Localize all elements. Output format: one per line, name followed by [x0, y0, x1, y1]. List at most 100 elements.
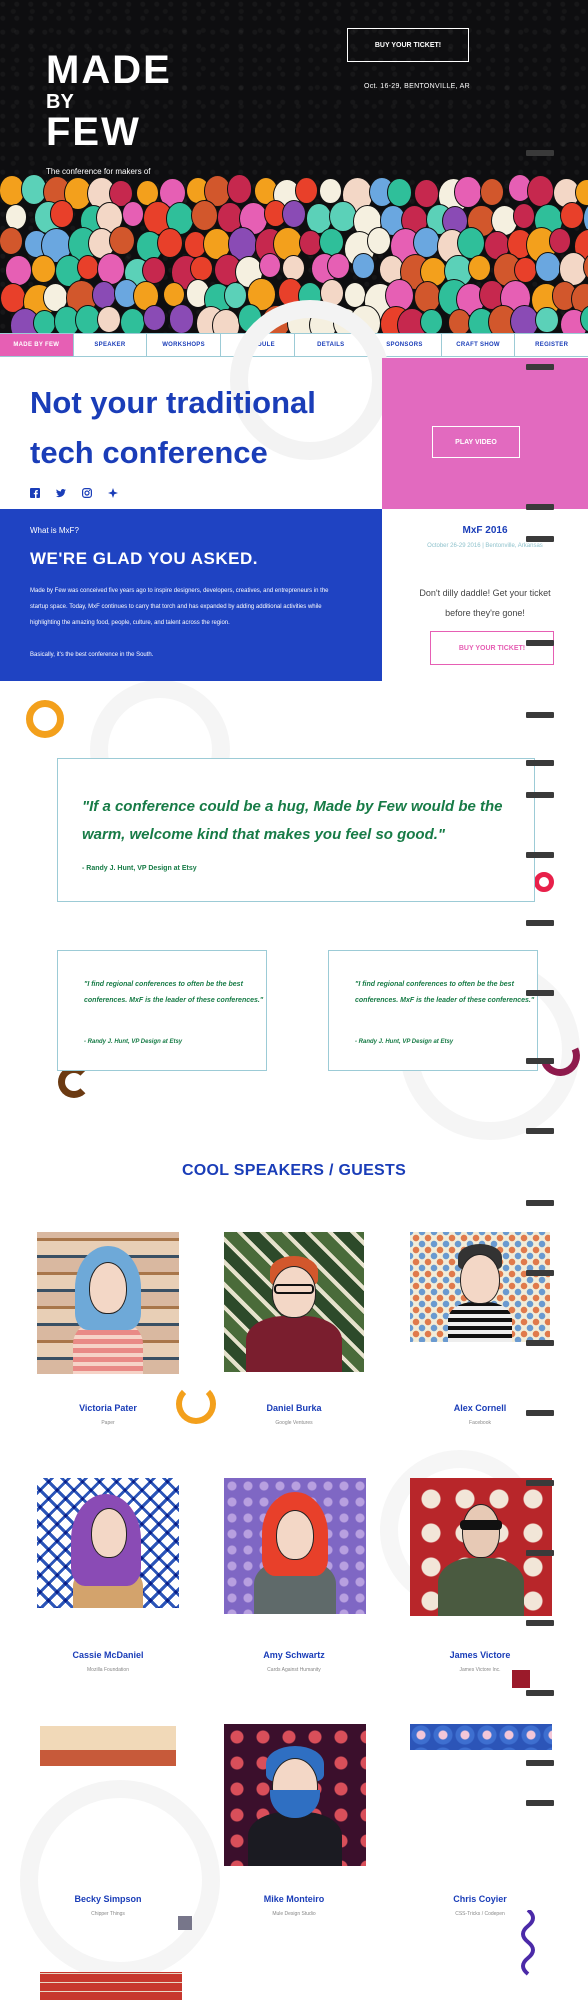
speaker-portrait-victoria-pater[interactable] — [37, 1232, 179, 1374]
side-scroll-tab — [526, 1200, 554, 1206]
speaker-portrait-amy-schwartz[interactable] — [224, 1478, 366, 1614]
side-scroll-tab — [526, 1550, 554, 1556]
about-panel: What is MxF? WE'RE GLAD YOU ASKED. Made … — [0, 509, 382, 681]
speaker-name[interactable]: Chris Coyier — [405, 1894, 555, 1904]
speaker-name[interactable]: Amy Schwartz — [219, 1650, 369, 1660]
crowd-figure — [169, 304, 195, 333]
crowd-figure — [510, 305, 539, 333]
speaker-org: Chipper Things — [91, 1911, 125, 1917]
event-date-location: Oct. 16-29, BENTONVILLE, AR — [364, 83, 471, 90]
speaker-portrait-partial[interactable] — [40, 1972, 182, 2000]
crowd-figure — [143, 304, 166, 331]
crowd-figure — [457, 226, 486, 259]
side-scroll-tab — [526, 792, 554, 798]
made-by-few-logo[interactable]: MADE BYFEW — [46, 48, 172, 152]
speaker-org: James Victore Inc. — [459, 1667, 501, 1673]
side-scroll-tab — [526, 760, 554, 766]
side-scroll-tab — [526, 1128, 554, 1134]
quote-card-text: "I find regional conferences to often be… — [84, 981, 264, 1004]
speaker-portrait-daniel-burka[interactable] — [224, 1232, 364, 1372]
crowd-figure — [226, 174, 253, 204]
speaker-portrait-becky-simpson[interactable] — [40, 1726, 176, 1766]
crowd-figure — [535, 252, 562, 282]
crowd-figure — [0, 227, 24, 255]
crowd-figure — [366, 226, 392, 256]
event-card: MxF 2016 October 26-29 2016 | Bentonvill… — [382, 509, 588, 681]
speaker-org: Mule Design Studio — [272, 1911, 316, 1917]
speaker-org: Google Ventures — [275, 1420, 313, 1426]
side-scroll-tab — [526, 1800, 554, 1806]
quote-card: "I find regional conferences to often be… — [57, 950, 267, 1071]
event-card-title: MxF 2016 — [462, 525, 508, 536]
crowd-figure — [294, 176, 319, 204]
buy-ticket-side-button[interactable]: BUY YOUR TICKET! — [430, 631, 554, 665]
pink-ring-decoration — [534, 872, 554, 892]
speaker-portrait-chris-coyier[interactable] — [410, 1724, 552, 1750]
crowd-figure — [97, 305, 121, 333]
side-scroll-tab — [526, 1340, 554, 1346]
purple-squiggle-decoration — [518, 1908, 538, 1980]
quote-card-text: "I find regional conferences to often be… — [355, 981, 535, 1004]
side-scroll-tab — [526, 1480, 554, 1486]
buy-ticket-button[interactable]: BUY YOUR TICKET! — [347, 28, 469, 62]
crowd-figure — [92, 281, 117, 309]
instagram-icon[interactable] — [82, 488, 93, 499]
speaker-name[interactable]: Cassie McDaniel — [33, 1650, 183, 1660]
side-scroll-tab — [526, 504, 554, 510]
speaker-name[interactable]: Mike Monteiro — [219, 1894, 369, 1904]
featured-quote-cite: - Randy J. Hunt, VP Design at Etsy — [82, 865, 197, 872]
crowd-figure — [513, 256, 537, 284]
nav-craft-show[interactable]: CRAFT SHOW — [442, 334, 516, 356]
twitter-icon[interactable] — [56, 488, 66, 498]
nav-made-by-few[interactable]: MADE BY FEW — [0, 334, 74, 356]
crowd-figure — [319, 178, 342, 204]
crowd-figure — [351, 252, 375, 280]
side-scroll-tab — [526, 640, 554, 646]
crowd-figure — [560, 201, 585, 230]
crowd-figure — [5, 254, 32, 286]
side-scroll-tab — [526, 1270, 554, 1276]
crowd-figure — [119, 308, 146, 333]
quote-card-cite: - Randy J. Hunt, VP Design at Etsy — [355, 1039, 454, 1045]
crowd-figure — [343, 282, 366, 308]
side-scroll-tab — [526, 852, 554, 858]
quote-card: "I find regional conferences to often be… — [328, 950, 538, 1071]
crowd-figure — [212, 309, 241, 333]
video-panel[interactable]: PLAY VIDEO — [382, 358, 588, 509]
crowd-figure — [76, 254, 99, 281]
crowd-figure — [282, 200, 307, 228]
nav-workshops[interactable]: WORKSHOPS — [147, 334, 221, 356]
about-body-summary: Basically, it's the best conference in t… — [30, 652, 154, 658]
about-body: Made by Few was conceived five years ago… — [30, 588, 329, 626]
featured-quote-text: "If a conference could be a hug, Made by… — [82, 798, 503, 843]
facebook-icon[interactable] — [30, 488, 40, 498]
speaker-name[interactable]: Becky Simpson — [33, 1894, 183, 1904]
background-swoop — [20, 1780, 220, 1980]
speaker-name[interactable]: Victoria Pater — [33, 1403, 183, 1413]
speaker-portrait-cassie-mcdaniel[interactable] — [37, 1478, 179, 1608]
speaker-portrait-mike-monteiro[interactable] — [224, 1724, 366, 1866]
quote-card-cite: - Randy J. Hunt, VP Design at Etsy — [84, 1039, 183, 1045]
about-title: WE'RE GLAD YOU ASKED. — [30, 549, 259, 568]
crowd-figure — [327, 252, 350, 280]
featured-quote: "If a conference could be a hug, Made by… — [57, 758, 535, 902]
logo-made: MADE — [46, 48, 172, 92]
crowd-figure — [121, 201, 145, 228]
speaker-portrait-alex-cornell[interactable] — [410, 1232, 550, 1342]
speaker-portrait-james-victore[interactable] — [410, 1478, 552, 1616]
about-kicker: What is MxF? — [30, 526, 79, 535]
speaker-org: Paper — [101, 1420, 115, 1426]
nav-speaker[interactable]: SPEAKER — [74, 334, 148, 356]
side-scroll-tab — [526, 1410, 554, 1416]
side-scroll-tab — [526, 1620, 554, 1626]
speaker-name[interactable]: James Victore — [405, 1650, 555, 1660]
speaker-name[interactable]: Daniel Burka — [219, 1403, 369, 1413]
crowd-figure — [467, 254, 492, 282]
crowd-figure — [190, 255, 213, 282]
play-video-button[interactable]: PLAY VIDEO — [432, 426, 520, 458]
dribbble-icon[interactable] — [108, 488, 118, 498]
nav-register[interactable]: REGISTER — [515, 334, 588, 356]
crowd-figure — [109, 226, 135, 256]
crowd-figure — [31, 255, 56, 284]
crowd-figure — [162, 281, 185, 308]
